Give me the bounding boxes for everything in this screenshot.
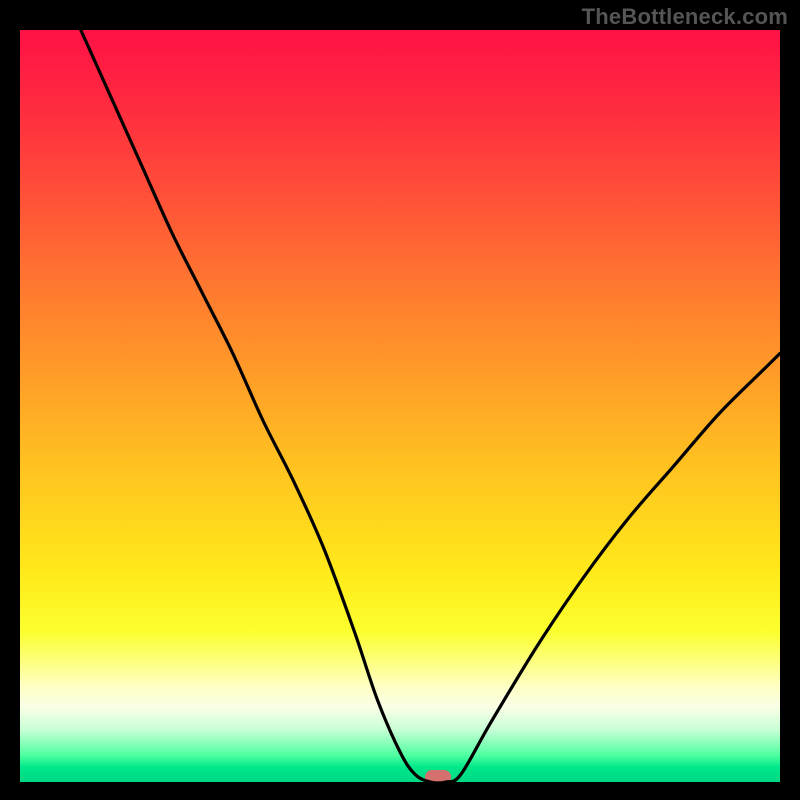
bottleneck-curve: [20, 30, 780, 782]
watermark-label: TheBottleneck.com: [582, 4, 788, 30]
plot-area: [20, 30, 780, 782]
chart-frame: TheBottleneck.com: [0, 0, 800, 800]
curve-path: [81, 30, 780, 782]
